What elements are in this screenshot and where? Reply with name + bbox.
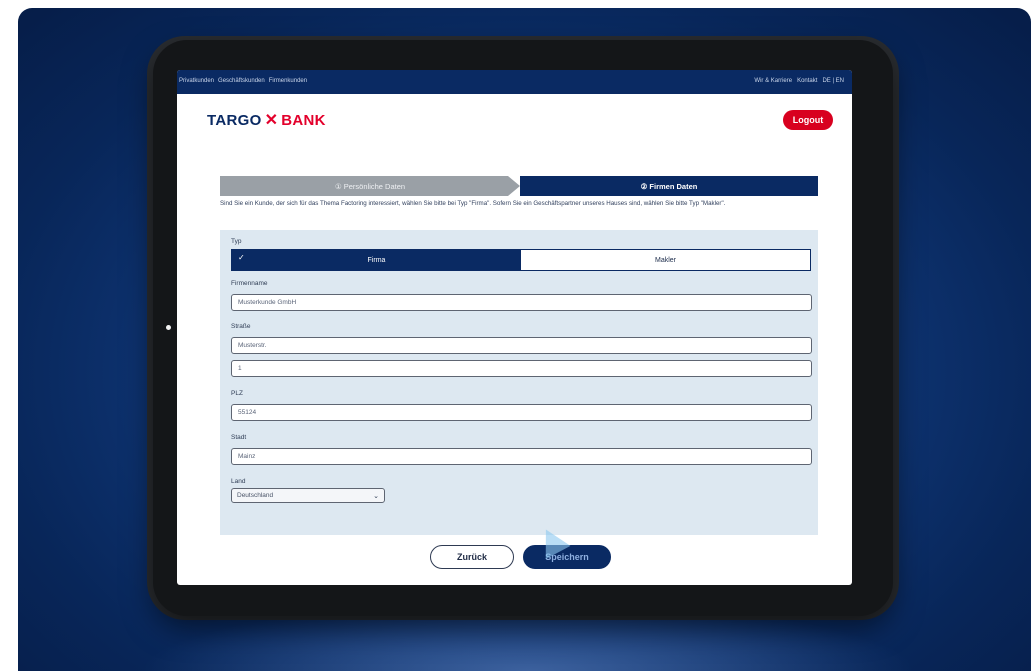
nav-link-kontakt[interactable]: Kontakt <box>797 78 817 84</box>
save-button[interactable]: Speichern <box>523 545 611 569</box>
logo-text-bank: BANK <box>281 112 326 129</box>
firmenname-input[interactable]: Musterkunde GmbH <box>231 294 812 311</box>
type-option-firma-label: Firma <box>367 256 386 264</box>
nav-link-karriere[interactable]: Wir & Karriere <box>754 78 792 84</box>
land-select-value: Deutschland <box>237 492 274 499</box>
targobank-logo[interactable]: TARGO ✕ BANK <box>207 112 326 129</box>
step-firmen-daten: ② Firmen Daten <box>520 176 818 196</box>
land-label: Land <box>231 478 246 485</box>
hausnummer-input[interactable]: 1 <box>231 360 812 377</box>
plz-label: PLZ <box>231 390 243 397</box>
company-form: Typ ✓ Firma Makler Firmenname Musterkund… <box>220 230 818 535</box>
chevron-down-icon: ⌄ <box>373 492 379 500</box>
nav-link-privatkunden[interactable]: Privatkunden <box>179 78 214 84</box>
strasse-label: Straße <box>231 323 251 330</box>
logout-button[interactable]: Logout <box>783 110 833 130</box>
type-option-makler[interactable]: Makler <box>521 250 810 270</box>
tablet-camera <box>166 325 171 330</box>
firmenname-label: Firmenname <box>231 280 268 287</box>
back-button[interactable]: Zurück <box>430 545 514 569</box>
stadt-input[interactable]: Mainz <box>231 448 812 465</box>
intro-text: Sind Sie ein Kunde, der sich für das The… <box>220 200 726 207</box>
nav-link-firmenkunden[interactable]: Firmenkunden <box>269 78 307 84</box>
tablet-screen: Privatkunden Geschäftskunden Firmenkunde… <box>177 70 852 585</box>
type-toggle: ✓ Firma Makler <box>231 249 811 271</box>
land-select[interactable]: Deutschland ⌄ <box>231 488 385 503</box>
nav-link-geschaeftskunden[interactable]: Geschäftskunden <box>218 78 265 84</box>
type-option-firma[interactable]: ✓ Firma <box>232 250 521 270</box>
progress-steps: ① Persönliche Daten ② Firmen Daten <box>220 176 818 196</box>
type-label: Typ <box>231 238 242 245</box>
top-nav-right: Wir & Karriere Kontakt DE | EN <box>754 78 844 84</box>
strasse-input[interactable]: Musterstr. <box>231 337 812 354</box>
logo-mark-icon: ✕ <box>264 111 279 129</box>
step-persoenliche-daten[interactable]: ① Persönliche Daten <box>220 176 520 196</box>
check-icon: ✓ <box>238 253 245 262</box>
plz-input[interactable]: 55124 <box>231 404 812 421</box>
language-switch[interactable]: DE | EN <box>822 78 844 84</box>
top-navigation: Privatkunden Geschäftskunden Firmenkunde… <box>177 70 852 94</box>
logo-text-targo: TARGO <box>207 112 262 129</box>
top-nav-left: Privatkunden Geschäftskunden Firmenkunde… <box>179 78 307 84</box>
stadt-label: Stadt <box>231 434 247 441</box>
